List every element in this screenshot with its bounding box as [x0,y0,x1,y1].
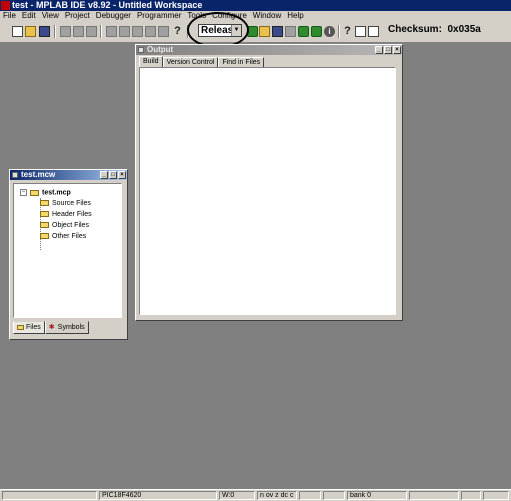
maximize-icon[interactable]: □ [109,171,117,179]
tree-node-label: Source Files [52,200,91,207]
document-icon[interactable] [355,26,366,37]
build-all-icon[interactable] [311,26,322,37]
maximize-icon[interactable]: □ [384,46,392,54]
project-window: test.mcw _ □ × − test.mcp Source Files Head… [9,169,128,340]
status-pane [299,491,321,500]
tree-node-source-files[interactable]: Source Files [40,200,91,208]
cut-icon[interactable] [60,26,71,37]
menu-programmer[interactable]: Programmer [134,11,184,21]
toolbar-separator [100,25,102,38]
folder-icon [40,233,49,240]
tree-node-header-files[interactable]: Header Files [40,211,92,219]
folder-icon [17,324,24,330]
close-icon[interactable]: × [118,171,126,179]
status-pane [323,491,345,500]
status-w-register: W:0 [219,491,255,500]
tree-node-object-files[interactable]: Object Files [40,222,89,230]
menu-file[interactable]: File [0,11,19,21]
folder-icon [40,222,49,229]
collapse-icon[interactable]: − [20,189,27,196]
document-icon[interactable] [368,26,379,37]
status-bar: PIC18F4620 W:0 n ov z dc c bank 0 [0,489,511,501]
status-pane [409,491,459,500]
checksum-display: Checksum: 0x035a [388,24,481,35]
status-pane [461,491,481,500]
tree-node-label: Object Files [52,222,89,229]
help-icon[interactable]: ? [172,26,183,37]
tab-files-label: Files [26,324,41,331]
tree-node-label: test.mcp [42,189,71,197]
menu-edit[interactable]: Edit [19,11,39,21]
new-file-icon[interactable] [12,26,23,37]
window-controls: _ □ × [99,171,126,179]
copy-icon[interactable] [73,26,84,37]
output-window-title: Output [147,45,174,54]
open-folder-icon[interactable] [25,26,36,37]
window-controls: _ □ × [374,46,401,54]
status-pane [483,491,509,500]
tab-symbols[interactable]: ✱ Symbols [44,321,89,334]
status-device: PIC18F4620 [99,491,217,500]
symbols-icon: ✱ [48,323,55,331]
toolbar-separator [338,25,340,38]
checksum-label: Checksum: [388,24,442,35]
menu-window[interactable]: Window [250,11,284,21]
undo-icon[interactable] [106,26,117,37]
window-icon [138,47,144,53]
tree-node-label: Other Files [52,233,87,240]
tab-symbols-label: Symbols [57,324,85,331]
menu-debugger[interactable]: Debugger [93,11,134,21]
info-icon[interactable]: i [324,26,335,37]
checksum-value: 0x035a [447,24,481,35]
folder-icon [40,200,49,207]
workspace-icon[interactable] [285,26,296,37]
open-project-icon[interactable] [259,26,270,37]
status-pane [2,491,97,500]
project-tabs: Files ✱ Symbols [13,321,89,334]
status-bank: bank 0 [347,491,407,500]
minimize-icon[interactable]: _ [100,171,108,179]
print-icon[interactable] [145,26,156,37]
save-icon[interactable] [39,26,50,37]
output-text-area[interactable] [139,67,396,315]
project-tree: − test.mcp Source Files Header Files Obje… [13,183,122,318]
tree-node-label: Header Files [52,211,92,218]
window-title-bar: test - MPLAB IDE v8.92 - Untitled Worksp… [0,0,511,11]
paste-icon[interactable] [86,26,97,37]
save-workspace-icon[interactable] [272,26,283,37]
highlight-circle [187,12,249,48]
project-window-titlebar[interactable]: test.mcw _ □ × [10,170,127,180]
redo-icon[interactable] [119,26,130,37]
toolbar-separator [54,25,56,38]
menu-bar: File Edit View Project Debugger Programmer Too… [0,11,511,21]
find-icon[interactable] [132,26,143,37]
menu-help[interactable]: Help [284,11,306,21]
status-flags: n ov z dc c [257,491,297,500]
tab-files[interactable]: Files [13,321,45,334]
output-window: Output _ □ × Build Version Control Find in F… [135,44,403,321]
folder-icon [40,211,49,218]
menu-view[interactable]: View [39,11,62,21]
bookmark-icon[interactable] [158,26,169,37]
menu-project[interactable]: Project [62,11,93,21]
window-title: test - MPLAB IDE v8.92 - Untitled Worksp… [12,0,203,10]
folder-icon [30,189,39,196]
output-tabs: Build Version Control Find in Files [139,56,265,68]
make-icon[interactable] [298,26,309,37]
project-window-title: test.mcw [21,170,56,179]
output-window-titlebar[interactable]: Output _ □ × [136,45,402,55]
minimize-icon[interactable]: _ [375,46,383,54]
close-icon[interactable]: × [393,46,401,54]
window-icon [12,172,18,178]
help-icon[interactable]: ? [342,26,353,37]
mplab-app-icon [1,1,10,10]
tree-node-project[interactable]: − test.mcp [20,189,71,197]
tree-node-other-files[interactable]: Other Files [40,233,86,241]
